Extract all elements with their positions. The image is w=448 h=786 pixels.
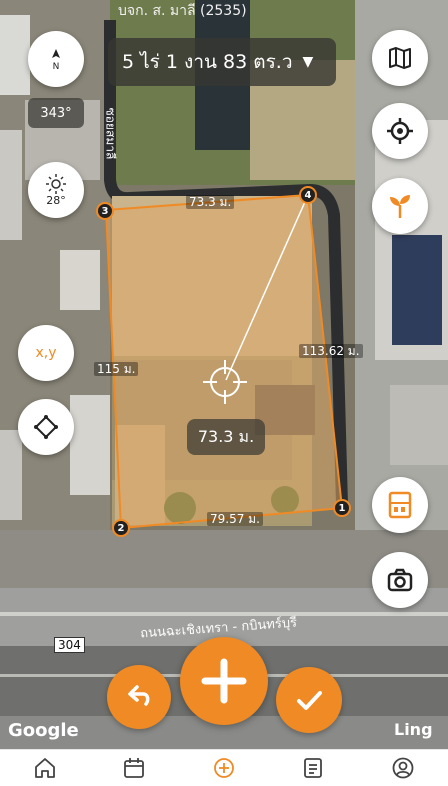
plus-icon [201,658,247,704]
notes-icon [304,758,322,778]
crop-button[interactable] [372,178,428,234]
chevron-down-icon: ▼ [302,54,314,70]
checkmark-icon [297,691,322,710]
svg-text:N: N [53,62,60,71]
vertex-marker-2[interactable]: 2 [112,519,130,537]
area-value: 5 ไร่ 1 งาน 83 ตร.ว [122,51,293,73]
coordinate-label: x,y [35,345,57,361]
edge-length-right: 113.62 ม. [299,344,363,358]
map-tag-ling: Ling [394,720,433,739]
camera-icon [387,568,413,592]
google-logo: Google [8,720,79,741]
edge-length-top: 73.3 ม. [186,195,235,209]
confirm-button[interactable] [276,667,342,733]
nav-profile[interactable] [383,752,423,784]
heading-badge: 343° [28,98,84,128]
map-label-company: บจก. ส. มาลี (2535) [118,3,247,19]
polygon-tool-button[interactable] [18,399,74,455]
vertex-marker-3[interactable]: 3 [96,202,114,220]
north-arrow-icon: N [52,49,60,71]
polygon-icon [34,415,58,439]
undo-button[interactable] [107,665,171,729]
compass-button[interactable]: N [28,31,84,87]
save-layout-button[interactable] [372,477,428,533]
camera-button[interactable] [372,552,428,608]
nav-add-plot[interactable] [204,752,244,784]
satellite-map[interactable]: 3 4 1 2 73.3 ม. 113.62 ม. 115 ม. 79.57 ม… [0,0,448,749]
nav-calendar[interactable] [114,752,154,784]
crosshair-icon [203,360,247,404]
location-target-icon [387,118,413,144]
vertex-marker-1[interactable]: 1 [333,499,351,517]
locate-me-button[interactable] [372,103,428,159]
measurement-bubble: 73.3 ม. [187,419,265,455]
edge-length-left: 115 ม. [94,362,139,376]
route-shield: 304 [54,637,85,653]
map-label-soi: ซอยสมาลี [103,107,118,160]
map-icon [389,47,411,69]
sprout-icon [390,195,410,218]
map-layers-button[interactable] [372,30,428,86]
temperature-label: 28° [46,193,66,207]
area-selector[interactable]: 5 ไร่ 1 งาน 83 ตร.ว ▼ [108,38,336,86]
document-grid-icon [388,491,412,519]
edge-length-bottom: 79.57 ม. [207,512,263,526]
nav-home[interactable] [25,752,65,784]
undo-icon [128,685,150,706]
sun-icon [46,173,66,194]
coordinate-button[interactable]: x,y [18,325,74,381]
profile-icon [392,757,414,779]
vertex-marker-4[interactable]: 4 [299,186,317,204]
weather-button[interactable]: 28° [28,162,84,218]
nav-notes[interactable] [293,752,333,784]
calendar-icon [124,758,144,778]
home-icon [35,758,55,778]
add-plot-icon [214,758,234,778]
add-point-button[interactable] [180,637,268,725]
